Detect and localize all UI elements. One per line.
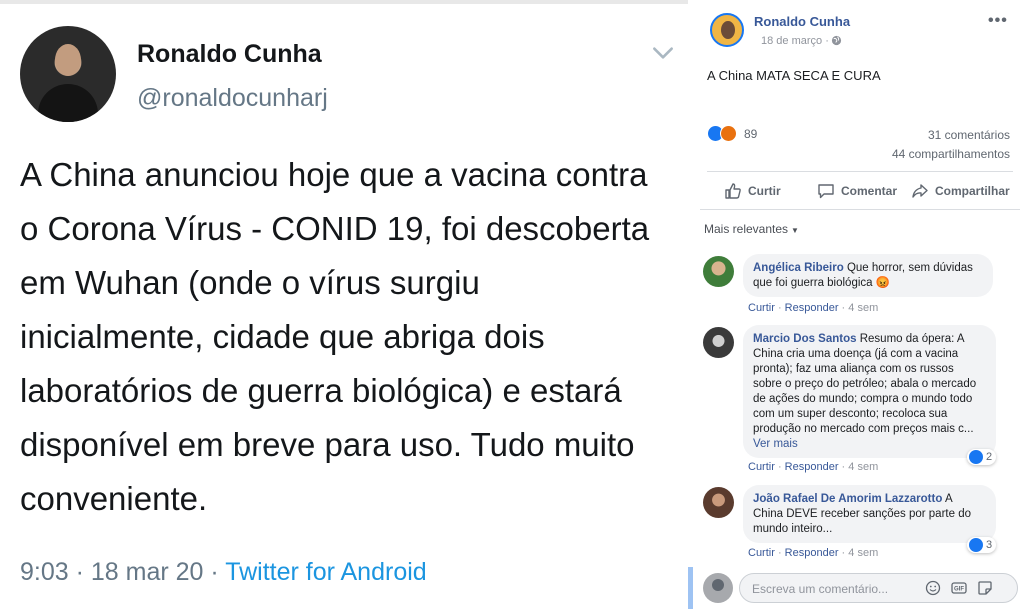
comment-sort-dropdown[interactable]: Mais relevantes ▼ xyxy=(704,222,799,236)
comment-author[interactable]: Marcio Dos Santos xyxy=(753,333,857,345)
svg-text:GIF: GIF xyxy=(954,587,964,593)
comment-age[interactable]: 4 sem xyxy=(848,547,878,559)
see-more-link[interactable]: Ver mais xyxy=(753,437,984,452)
like-reaction-icon xyxy=(969,538,983,552)
comment-reply-link[interactable]: Responder xyxy=(785,461,839,473)
comment-composer: Escreva um comentário... GIF xyxy=(703,572,1018,604)
divider xyxy=(700,209,1020,210)
shares-count[interactable]: 44 compartilhamentos xyxy=(892,147,1010,161)
emoji-icon[interactable] xyxy=(925,580,941,596)
avatar[interactable] xyxy=(703,327,734,358)
avatar[interactable] xyxy=(20,26,116,122)
avatar-figure xyxy=(712,579,724,591)
comment-like-link[interactable]: Curtir xyxy=(748,547,775,559)
divider xyxy=(707,171,1013,172)
comment-bubble: João Rafael De Amorim Lazzarotto A China… xyxy=(743,485,996,543)
comment-reactions[interactable]: 2 xyxy=(967,449,997,465)
comment-footer: Curtir · Responder · 4 sem xyxy=(748,461,879,473)
comment-icon xyxy=(818,184,834,199)
angry-reaction-icon xyxy=(720,125,737,142)
avatar[interactable] xyxy=(703,487,734,518)
comment-sort-label: Mais relevantes xyxy=(704,222,789,236)
comment-footer: Curtir · Responder · 4 sem xyxy=(748,547,879,559)
comment-text: Resumo da ópera: A China cria uma doença… xyxy=(753,333,977,435)
tweet-author-handle[interactable]: @ronaldocunharj xyxy=(137,84,328,113)
share-icon xyxy=(912,184,928,198)
tweet-meta: 9:03 · 18 mar 20 · Twitter for Android xyxy=(20,558,427,587)
caret-down-icon: ▼ xyxy=(791,226,799,235)
divider xyxy=(0,0,688,4)
comment-reply-link[interactable]: Responder xyxy=(785,302,839,314)
comments-list: Angélica Ribeiro Que horror, sem dúvidas… xyxy=(688,242,1024,567)
comment-reply-link[interactable]: Responder xyxy=(785,547,839,559)
comment-reactions[interactable]: 3 xyxy=(967,537,997,553)
avatar-shirt xyxy=(38,84,98,122)
sticker-icon[interactable] xyxy=(977,580,993,596)
comment-like-link[interactable]: Curtir xyxy=(748,302,775,314)
comment-author[interactable]: Angélica Ribeiro xyxy=(753,262,844,274)
comment-like-link[interactable]: Curtir xyxy=(748,461,775,473)
post-text: A China MATA SECA E CURA xyxy=(707,68,881,83)
comment-bubble: Marcio Dos Santos Resumo da ópera: A Chi… xyxy=(743,325,996,458)
share-button[interactable]: Compartilhar xyxy=(911,180,1010,202)
tweet-timestamp[interactable]: 9:03 · 18 mar 20 · xyxy=(20,558,225,586)
avatar[interactable] xyxy=(710,13,744,47)
more-options-icon[interactable]: ••• xyxy=(988,12,1008,30)
thumbs-up-icon xyxy=(725,183,741,199)
avatar xyxy=(703,573,733,603)
post-author-name[interactable]: Ronaldo Cunha xyxy=(754,14,850,29)
avatar[interactable] xyxy=(703,256,734,287)
comment-button[interactable]: Comentar xyxy=(817,180,897,202)
tweet-source-link[interactable]: Twitter for Android xyxy=(225,558,426,586)
gif-icon[interactable]: GIF xyxy=(951,580,967,596)
globe-icon xyxy=(831,35,842,46)
chevron-down-icon[interactable] xyxy=(650,40,676,66)
facebook-post: Ronaldo Cunha 18 de março · ••• A China … xyxy=(688,0,1024,609)
post-date[interactable]: 18 de março · xyxy=(761,35,829,47)
comment-age[interactable]: 4 sem xyxy=(848,461,878,473)
like-button-label: Curtir xyxy=(748,184,781,198)
comment-reaction-count: 2 xyxy=(986,451,993,463)
reaction-count: 89 xyxy=(744,127,758,141)
avatar-face xyxy=(55,44,81,76)
tweet-card: Ronaldo Cunha @ronaldocunharj A China an… xyxy=(0,0,688,609)
comment-age[interactable]: 4 sem xyxy=(848,302,878,314)
like-reaction-icon xyxy=(969,450,983,464)
comment-footer: Curtir · Responder · 4 sem xyxy=(748,302,879,314)
comment-author[interactable]: João Rafael De Amorim Lazzarotto xyxy=(753,493,942,505)
comments-count[interactable]: 31 comentários xyxy=(928,128,1010,142)
like-button[interactable]: Curtir xyxy=(724,180,781,202)
comment-reaction-count: 3 xyxy=(986,539,993,551)
tweet-author-name[interactable]: Ronaldo Cunha xyxy=(137,40,322,69)
comment-button-label: Comentar xyxy=(841,184,898,198)
avatar-figure xyxy=(721,21,735,39)
post-actions: Curtir Comentar Compartilhar xyxy=(688,180,1024,202)
comment-bubble: Angélica Ribeiro Que horror, sem dúvidas… xyxy=(743,254,993,297)
share-button-label: Compartilhar xyxy=(935,184,1010,198)
tweet-text: A China anunciou hoje que a vacina contr… xyxy=(20,156,650,517)
